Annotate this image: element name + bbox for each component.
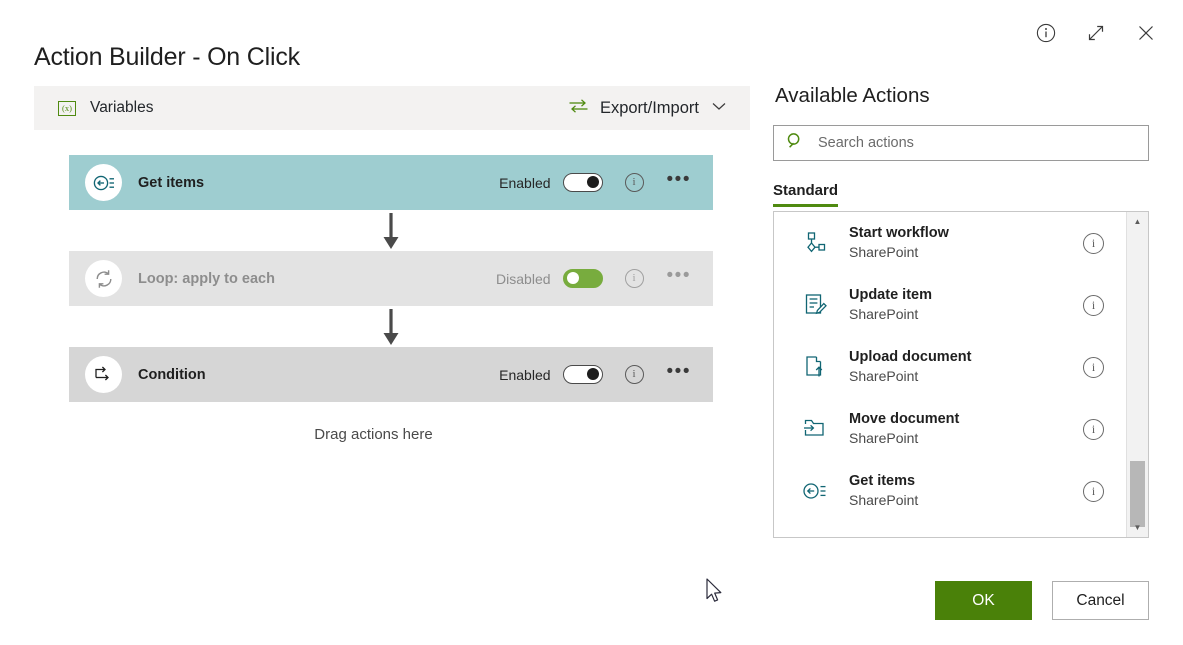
drag-actions-hint: Drag actions here xyxy=(34,426,713,443)
flow-card-loop-apply-to-each[interactable]: Loop: apply to each Disabled i ••• xyxy=(69,251,713,306)
flow-card-get-items[interactable]: Get items Enabled i ••• xyxy=(69,155,713,210)
action-item-text: Move document SharePoint xyxy=(849,410,1083,448)
action-item-name: Upload document xyxy=(849,348,1083,368)
variables-button[interactable]: (x) Variables xyxy=(58,99,153,117)
action-item-upload-document[interactable]: Upload document SharePoint i xyxy=(774,336,1126,398)
info-icon[interactable]: i xyxy=(1083,295,1104,316)
edit-document-icon xyxy=(800,292,830,318)
action-item-source: SharePoint xyxy=(849,367,1083,386)
flow-card-state-label: Disabled xyxy=(496,271,550,287)
search-icon xyxy=(786,132,804,155)
flow-card-toggle[interactable] xyxy=(563,173,603,192)
action-item-name: Get items xyxy=(849,472,1083,492)
info-icon[interactable]: i xyxy=(625,269,644,288)
flow-card-state-label: Enabled xyxy=(499,367,550,383)
flow-card-title: Get items xyxy=(138,175,499,191)
tab-standard-label: Standard xyxy=(773,182,838,199)
condition-branch-icon xyxy=(85,356,122,393)
actions-tabs: Standard xyxy=(773,182,1149,207)
info-icon[interactable] xyxy=(1031,18,1061,48)
available-actions-pane: Available Actions Standard SharePoint xyxy=(773,84,1149,538)
action-item-name: Move document xyxy=(849,410,1083,430)
variables-label: Variables xyxy=(90,99,153,117)
flow-card-title: Condition xyxy=(138,367,499,383)
ok-button[interactable]: OK xyxy=(935,581,1032,620)
action-item-move-document[interactable]: Move document SharePoint i xyxy=(774,398,1126,460)
action-item-update-item[interactable]: Update item SharePoint i xyxy=(774,274,1126,336)
flow-card-title: Loop: apply to each xyxy=(138,271,496,287)
move-folder-icon xyxy=(800,416,830,442)
available-actions-heading: Available Actions xyxy=(775,84,1149,108)
action-item-source: SharePoint xyxy=(849,491,1083,510)
tab-standard[interactable]: Standard xyxy=(773,182,838,207)
page-title: Action Builder - On Click xyxy=(34,43,300,72)
loop-refresh-icon xyxy=(85,260,122,297)
info-icon[interactable]: i xyxy=(625,365,644,384)
get-items-icon xyxy=(800,479,830,503)
action-item-start-workflow[interactable]: Start workflow SharePoint i xyxy=(774,212,1126,274)
scroll-up-icon[interactable]: ▲ xyxy=(1127,212,1148,231)
export-import-label: Export/Import xyxy=(600,99,699,118)
action-item-source: SharePoint xyxy=(849,429,1083,448)
flow-card-controls: Disabled i ••• xyxy=(496,269,691,288)
action-item-text: Start workflow SharePoint xyxy=(849,224,1083,262)
info-icon[interactable]: i xyxy=(1083,233,1104,254)
flow-card-condition[interactable]: Condition Enabled i ••• xyxy=(69,347,713,402)
actions-list-container: SharePoint Start workflow SharePoint i xyxy=(773,211,1149,538)
info-icon[interactable]: i xyxy=(1083,419,1104,440)
action-item-text: Update item SharePoint xyxy=(849,286,1083,324)
variables-icon-text: (x) xyxy=(62,104,72,113)
flow-card-toggle[interactable] xyxy=(563,269,603,288)
scroll-down-icon[interactable]: ▼ xyxy=(1127,518,1148,537)
dialog-footer: OK Cancel xyxy=(935,581,1149,620)
flow-card-controls: Enabled i ••• xyxy=(499,173,691,192)
action-item-source: SharePoint xyxy=(849,243,1083,262)
swap-arrows-icon xyxy=(568,98,589,119)
search-actions-box[interactable] xyxy=(773,125,1149,161)
action-item-text: Upload document SharePoint xyxy=(849,348,1083,386)
info-icon[interactable]: i xyxy=(625,173,644,192)
variables-toolbar: (x) Variables Export/Import xyxy=(34,86,750,130)
variables-box-icon: (x) xyxy=(58,101,76,116)
actions-list-scrollbar[interactable]: ▲ ▼ xyxy=(1126,212,1148,537)
flow-canvas: Get items Enabled i ••• xyxy=(34,155,750,443)
window-controls xyxy=(1031,18,1161,48)
get-items-icon xyxy=(85,164,122,201)
flow-card-state-label: Enabled xyxy=(499,175,550,191)
action-item-get-items[interactable]: Get items SharePoint i xyxy=(774,460,1126,522)
close-icon[interactable] xyxy=(1131,18,1161,48)
actions-list: SharePoint Start workflow SharePoint i xyxy=(774,211,1126,522)
flow-editor-pane: (x) Variables Export/Import xyxy=(34,86,750,443)
flow-card-toggle[interactable] xyxy=(563,365,603,384)
flow-connector-arrow xyxy=(69,306,713,347)
action-item-name: Start workflow xyxy=(849,224,1083,244)
mouse-cursor xyxy=(706,578,726,611)
upload-file-icon xyxy=(800,354,830,380)
flow-card-controls: Enabled i ••• xyxy=(499,365,691,384)
action-item-name: Update item xyxy=(849,286,1083,306)
more-options-icon[interactable]: ••• xyxy=(667,175,691,191)
action-item-text: Get items SharePoint xyxy=(849,472,1083,510)
more-options-icon[interactable]: ••• xyxy=(667,271,691,287)
search-input[interactable] xyxy=(816,134,1136,152)
expand-icon[interactable] xyxy=(1081,18,1111,48)
flow-connector-arrow xyxy=(69,210,713,251)
export-import-button[interactable]: Export/Import xyxy=(568,98,728,119)
workflow-nodes-icon xyxy=(800,230,830,256)
action-item-source: SharePoint xyxy=(849,305,1083,324)
cancel-button[interactable]: Cancel xyxy=(1052,581,1149,620)
chevron-down-icon xyxy=(710,99,728,117)
info-icon[interactable]: i xyxy=(1083,481,1104,502)
info-icon[interactable]: i xyxy=(1083,357,1104,378)
more-options-icon[interactable]: ••• xyxy=(667,367,691,383)
